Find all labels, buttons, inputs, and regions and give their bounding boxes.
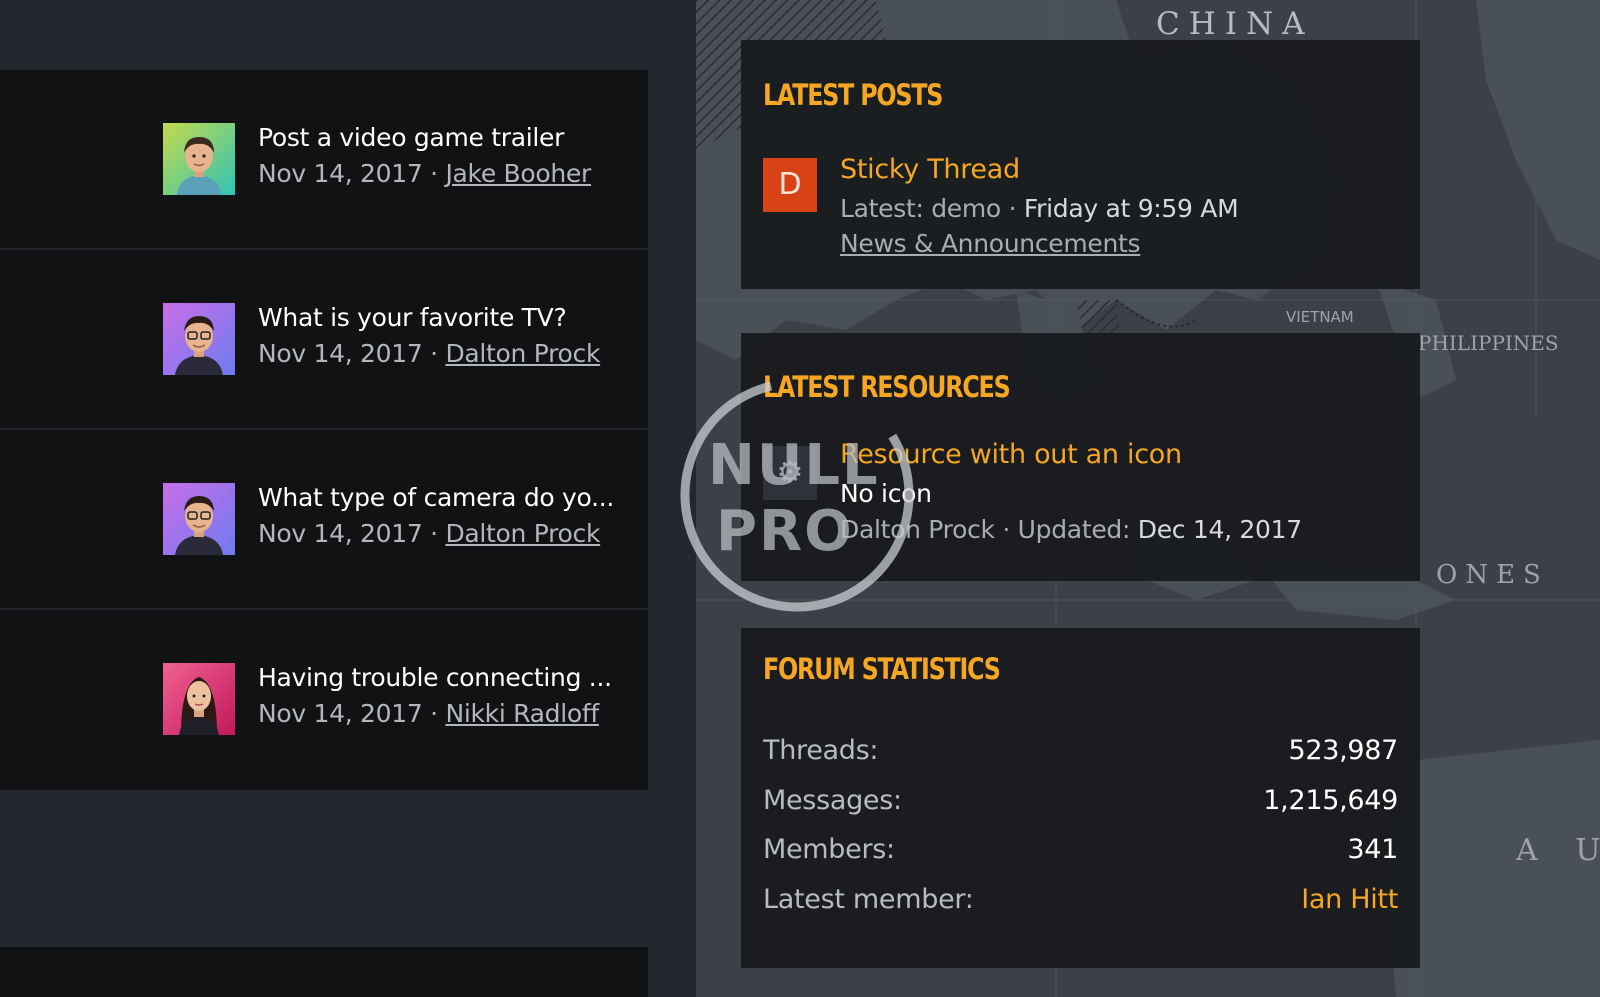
resource-author[interactable]: Dalton Prock [840, 515, 995, 544]
thread-author-link[interactable]: Dalton Prock [445, 519, 600, 548]
post-latest-by: Latest: demo [840, 194, 1001, 223]
thread-row[interactable]: Post a video game trailer Nov 14, 2017 ·… [0, 70, 648, 250]
thread-title[interactable]: Having trouble connecting ... [258, 663, 618, 692]
stat-row-threads: Threads: 523,987 [763, 735, 1398, 775]
map-label-philippines: PHILIPPINES [1418, 331, 1559, 355]
stat-value: 523,987 [1288, 735, 1398, 766]
avatar-icon[interactable] [163, 483, 235, 555]
thread-author-link[interactable]: Nikki Radloff [445, 699, 599, 728]
post-avatar-letter[interactable]: D [763, 158, 817, 212]
latest-member-link[interactable]: Ian Hitt [1301, 884, 1398, 915]
stat-label: Threads: [763, 735, 879, 766]
avatar-icon[interactable] [163, 663, 235, 735]
thread-meta: Nov 14, 2017 · Nikki Radloff [258, 699, 599, 728]
map-label-china: CHINA [1156, 6, 1314, 42]
thread-meta: Nov 14, 2017 · Jake Booher [258, 159, 591, 188]
meta-separator: · [430, 159, 438, 188]
meta-separator: · [430, 339, 438, 368]
gear-icon[interactable]: ⚙ [763, 446, 817, 500]
thread-author-link[interactable]: Jake Booher [445, 159, 591, 188]
thread-date: Nov 14, 2017 [258, 159, 423, 188]
stat-label: Members: [763, 834, 895, 865]
thread-meta: Nov 14, 2017 · Dalton Prock [258, 519, 600, 548]
thread-title[interactable]: What type of camera do yo... [258, 483, 618, 512]
map-label-vietnam: VIETNAM [1286, 308, 1354, 326]
thread-row[interactable]: Having trouble connecting ... Nov 14, 20… [0, 610, 648, 790]
thread-date: Nov 14, 2017 [258, 699, 423, 728]
meta-separator: · [430, 699, 438, 728]
thread-date: Nov 14, 2017 [258, 339, 423, 368]
latest-resources-heading: Latest resources [763, 370, 1011, 404]
stat-label: Latest member: [763, 884, 974, 915]
resource-updated-label: Updated: [1017, 515, 1131, 544]
thread-author-link[interactable]: Dalton Prock [445, 339, 600, 368]
thread-row[interactable]: What type of camera do yo... Nov 14, 201… [0, 430, 648, 610]
resource-title-link[interactable]: Resource with out an icon [840, 439, 1182, 470]
forum-statistics-panel: Forum statistics Threads: 523,987 Messag… [741, 628, 1420, 968]
forum-statistics-heading: Forum statistics [763, 652, 1001, 686]
stat-value: 341 [1347, 834, 1398, 865]
left-column: Post a video game trailer Nov 14, 2017 ·… [0, 0, 682, 997]
thread-row[interactable]: What is your favorite TV? Nov 14, 2017 ·… [0, 250, 648, 430]
avatar-icon[interactable] [163, 303, 235, 375]
thread-title[interactable]: Post a video game trailer [258, 123, 618, 152]
thread-date: Nov 14, 2017 [258, 519, 423, 548]
stat-label: Messages: [763, 785, 902, 816]
stat-row-members: Members: 341 [763, 834, 1398, 874]
resource-updated-date: Dec 14, 2017 [1137, 515, 1302, 544]
latest-posts-panel: Latest posts D Sticky Thread Latest: dem… [741, 40, 1420, 289]
next-section-block [0, 947, 648, 997]
map-label-australia: A U [1515, 833, 1600, 868]
stat-row-latest-member: Latest member: Ian Hitt [763, 884, 1398, 924]
resource-description: No icon [840, 479, 932, 508]
stat-value: 1,215,649 [1263, 785, 1398, 816]
post-time[interactable]: Friday at 9:59 AM [1024, 194, 1239, 223]
thread-meta: Nov 14, 2017 · Dalton Prock [258, 339, 600, 368]
map-label-indonesia: ONES [1436, 560, 1549, 590]
resource-meta: Dalton Prock · Updated: Dec 14, 2017 [840, 515, 1302, 544]
meta-separator: · [430, 519, 438, 548]
avatar-icon[interactable] [163, 123, 235, 195]
post-meta: Latest: demo · Friday at 9:59 AM [840, 194, 1239, 223]
thread-title[interactable]: What is your favorite TV? [258, 303, 618, 332]
post-forum-link[interactable]: News & Announcements [840, 229, 1141, 258]
meta-separator: · [1002, 515, 1011, 544]
stat-row-messages: Messages: 1,215,649 [763, 785, 1398, 825]
latest-posts-heading: Latest posts [763, 78, 943, 112]
post-title-link[interactable]: Sticky Thread [840, 154, 1020, 185]
meta-separator: · [1008, 194, 1017, 223]
recent-threads-list: Post a video game trailer Nov 14, 2017 ·… [0, 70, 648, 790]
latest-resources-panel: Latest resources ⚙ Resource with out an … [741, 333, 1420, 581]
